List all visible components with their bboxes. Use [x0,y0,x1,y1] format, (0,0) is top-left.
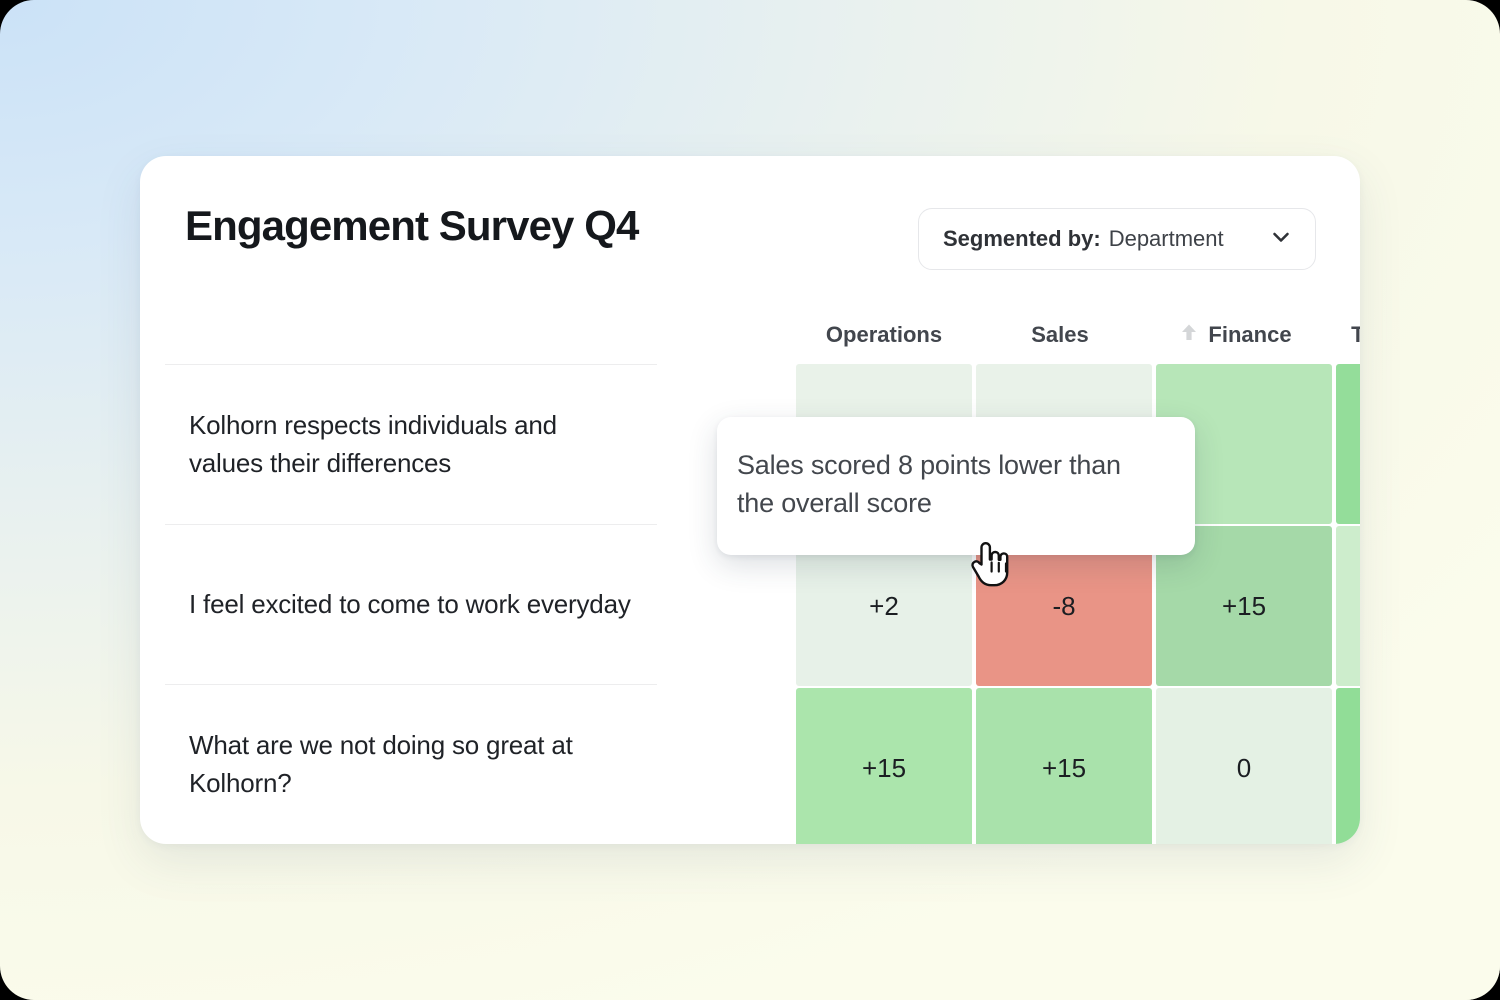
card-header: Engagement Survey Q4 Segmented by: Depar… [140,156,1360,306]
segmented-by-label: Segmented by: [943,226,1101,251]
table-row-label: What are we not doing so great at Kolhor… [165,684,657,844]
column-headers: Operations Sales Finance Technology [140,306,1360,364]
tooltip-text: Sales scored 8 points lower than the ove… [737,450,1121,518]
question-text: I feel excited to come to work everyday [189,588,631,619]
page-title: Engagement Survey Q4 [185,202,639,249]
segmented-by-value: Department [1108,226,1224,251]
page-background: Engagement Survey Q4 Segmented by: Depar… [0,0,1500,1000]
column-header-finance[interactable]: Finance [1148,320,1324,350]
heatmap-cell[interactable]: +35 [1336,688,1360,844]
question-text: What are we not doing so great at Kolhor… [189,729,573,798]
question-text: Kolhorn respects individuals and values … [189,409,557,478]
column-header-technology[interactable]: Technology [1324,320,1360,350]
table-row-label: I feel excited to come to work everyday [165,524,657,684]
arrow-up-icon [1180,322,1198,348]
column-header-sales[interactable]: Sales [972,320,1148,350]
column-header-operations-label: Operations [825,322,943,347]
heatmap-cell[interactable]: 0 [1156,688,1332,844]
table-row-label: Kolhorn respects individuals and values … [165,364,657,524]
column-header-sales-label: Sales [1031,322,1089,347]
heatmap-cell[interactable]: +15 [976,688,1152,844]
question-label-column: Kolhorn respects individuals and values … [165,364,657,844]
heatmap-cell[interactable]: +10 [1336,526,1360,686]
segmented-by-dropdown[interactable]: Segmented by: Department [918,208,1316,270]
chevron-down-icon [1269,225,1293,254]
column-header-technology-label: Technology [1351,322,1360,347]
column-header-finance-label: Finance [1208,322,1292,347]
column-header-operations[interactable]: Operations [796,320,972,350]
heatmap-table: Operations Sales Finance Technology [140,306,1360,844]
heatmap-cell[interactable]: +15 [796,688,972,844]
heatmap-cell[interactable]: +30 [1336,364,1360,524]
heatmap-tooltip: Sales scored 8 points lower than the ove… [717,417,1195,555]
